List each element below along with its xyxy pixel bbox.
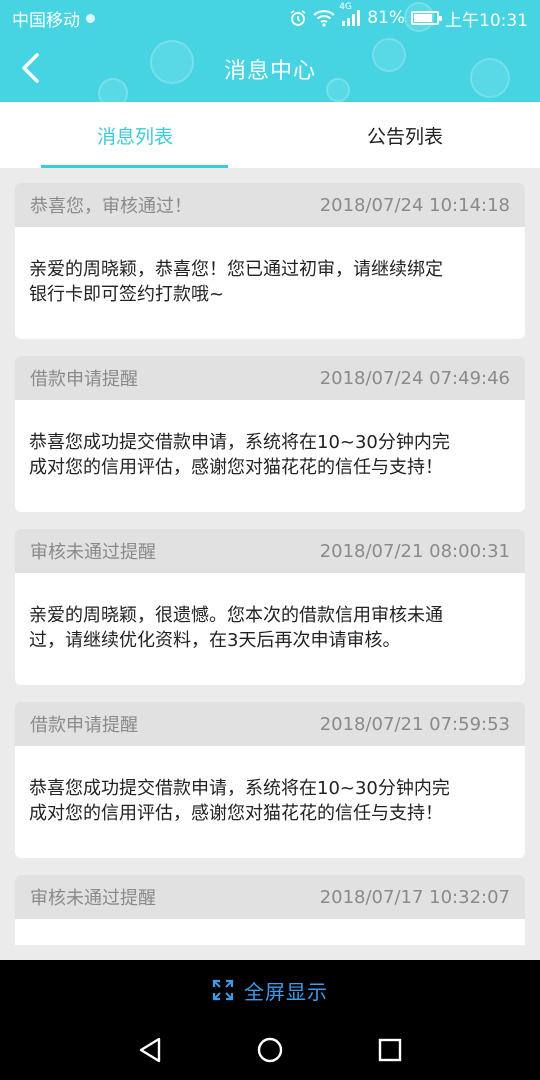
message-text-line: 恭喜您成功提交借款申请，系统将在10~30分钟内完 — [29, 432, 450, 453]
status-bar: 中国移动 4G 81% 上午10:31 — [0, 0, 540, 36]
message-time: 2018/07/21 08:00:31 — [319, 540, 510, 562]
message-body: 亲爱的周晓颖，很遗憾。您本次的借款信用审核未通 过，请继续优化资料，在3天后再次… — [15, 573, 525, 685]
message-time: 2018/07/24 10:14:18 — [319, 194, 510, 216]
message-title: 借款申请提醒 — [30, 715, 138, 736]
message-card-header: 恭喜您，审核通过！ 2018/07/24 10:14:18 — [15, 183, 525, 227]
page-title: 消息中心 — [223, 59, 316, 84]
message-card-header: 借款申请提醒 2018/07/21 07:59:53 — [15, 702, 525, 746]
message-card-header: 审核未通过提醒 2018/07/21 08:00:31 — [15, 529, 525, 573]
fullscreen-label: 全屏显示 — [244, 979, 328, 1004]
recents-square-icon[interactable] — [374, 1034, 406, 1066]
message-title: 恭喜您，审核通过！ — [30, 196, 192, 217]
message-time: 2018/07/24 07:49:46 — [319, 367, 510, 389]
message-card[interactable]: 审核未通过提醒 2018/07/17 10:32:07 — [15, 875, 525, 945]
network-type: 4G — [339, 2, 352, 12]
message-card[interactable]: 恭喜您，审核通过！ 2018/07/24 10:14:18 亲爱的周晓颖，恭喜您… — [15, 183, 525, 339]
message-text-line: 亲爱的周晓颖，很遗憾。您本次的借款信用审核未通 — [29, 605, 443, 626]
nav-bar: 消息中心 — [0, 36, 540, 102]
message-card[interactable]: 借款申请提醒 2018/07/24 07:49:46 恭喜您成功提交借款申请，系… — [15, 356, 525, 512]
battery-fill — [414, 14, 432, 22]
message-card[interactable]: 借款申请提醒 2018/07/21 07:59:53 恭喜您成功提交借款申请，系… — [15, 702, 525, 858]
system-nav-bar — [0, 1020, 540, 1080]
back-triangle-icon[interactable] — [134, 1034, 166, 1066]
top-header: 中国移动 4G 81% 上午10:31 消息中心 — [0, 0, 540, 102]
message-text-line: 银行卡即可签约打款哦~ — [29, 284, 225, 305]
message-body: 恭喜您成功提交借款申请，系统将在10~30分钟内完 成对您的信用评估，感谢您对猫… — [15, 400, 525, 512]
carrier-name: 中国移动 — [12, 10, 80, 31]
message-body: 恭喜您成功提交借款申请，系统将在10~30分钟内完 成对您的信用评估，感谢您对猫… — [15, 746, 525, 858]
expand-icon — [212, 979, 234, 1001]
alarm-icon — [289, 9, 307, 27]
message-card-header: 审核未通过提醒 2018/07/17 10:32:07 — [15, 875, 525, 919]
message-card-header: 借款申请提醒 2018/07/24 07:49:46 — [15, 356, 525, 400]
tab-label: 消息列表 — [96, 125, 173, 148]
status-left: 中国移动 — [12, 6, 95, 31]
message-title: 审核未通过提醒 — [30, 888, 156, 909]
message-time: 2018/07/21 07:59:53 — [319, 713, 510, 735]
tab-message-list[interactable]: 消息列表 — [0, 102, 270, 168]
message-text-line: 成对您的信用评估，感谢您对猫花花的信任与支持！ — [29, 803, 443, 824]
message-body — [15, 919, 525, 945]
notification-dot-icon — [86, 13, 95, 23]
back-arrow-icon[interactable] — [12, 50, 48, 86]
message-body: 亲爱的周晓颖，恭喜您！您已通过初审，请继续绑定 银行卡即可签约打款哦~ — [15, 227, 525, 339]
message-time: 2018/07/17 10:32:07 — [319, 886, 510, 908]
message-title: 借款申请提醒 — [30, 369, 138, 390]
battery-percent: 81% — [367, 8, 405, 28]
wifi-icon — [313, 9, 335, 27]
status-right: 4G 81% 上午10:31 — [289, 2, 528, 31]
clock-time: 上午10:31 — [445, 10, 528, 31]
tab-bar: 消息列表 公告列表 — [0, 102, 540, 168]
tab-announcement-list[interactable]: 公告列表 — [270, 102, 540, 168]
message-text-line: 亲爱的周晓颖，恭喜您！您已通过初审，请继续绑定 — [29, 259, 443, 280]
tab-label: 公告列表 — [366, 125, 443, 148]
message-text-line: 过，请继续优化资料，在3天后再次申请审核。 — [29, 630, 401, 651]
home-circle-icon[interactable] — [254, 1034, 286, 1066]
signal-icon: 4G — [339, 2, 361, 26]
fullscreen-button[interactable]: 全屏显示 — [0, 960, 540, 1020]
message-title: 审核未通过提醒 — [30, 542, 156, 563]
message-center-screen: 中国移动 4G 81% 上午10:31 消息中心 消息列表 公告列表 恭喜您，审… — [0, 0, 540, 1080]
message-text-line: 成对您的信用评估，感谢您对猫花花的信任与支持！ — [29, 457, 443, 478]
battery-icon — [411, 11, 442, 25]
message-text-line: 恭喜您成功提交借款申请，系统将在10~30分钟内完 — [29, 778, 450, 799]
message-list[interactable]: 恭喜您，审核通过！ 2018/07/24 10:14:18 亲爱的周晓颖，恭喜您… — [0, 168, 540, 945]
message-card[interactable]: 审核未通过提醒 2018/07/21 08:00:31 亲爱的周晓颖，很遗憾。您… — [15, 529, 525, 685]
